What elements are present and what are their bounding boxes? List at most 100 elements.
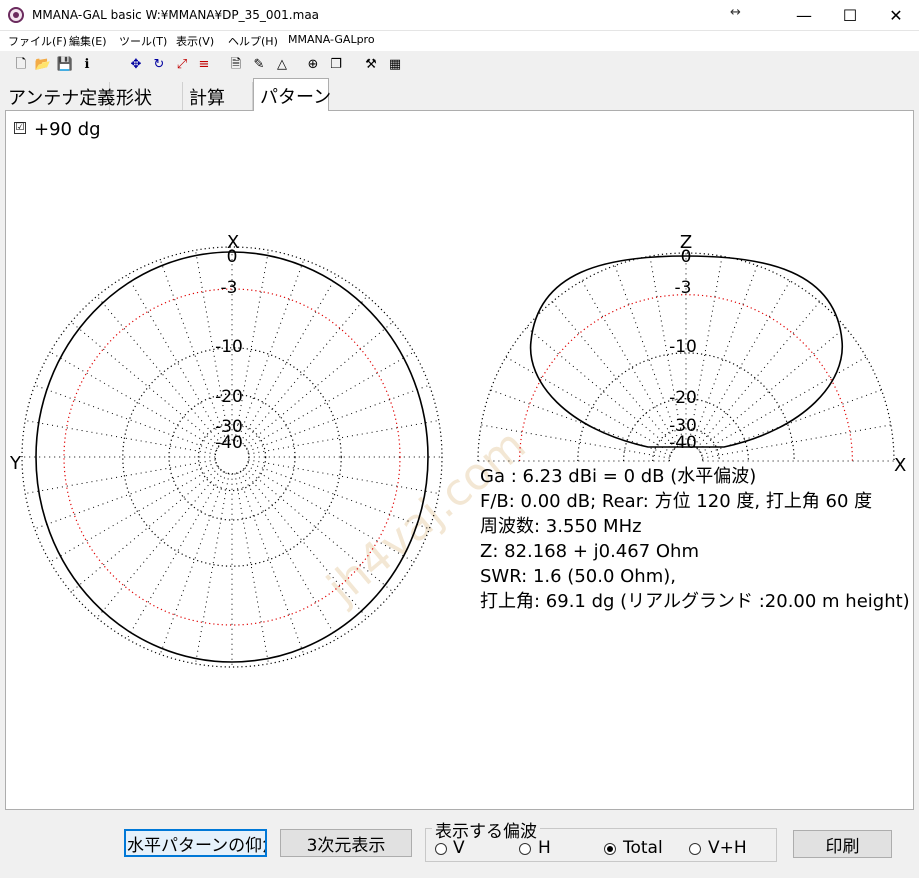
triangle-icon[interactable]: △ — [273, 55, 291, 73]
h-grid-spoke — [126, 274, 225, 443]
menu-edit[interactable]: 編集(E) — [69, 33, 107, 49]
three-d-view-button[interactable]: 3次元表示 — [280, 829, 412, 857]
h-ring-label-10: -10 — [215, 337, 243, 357]
h-grid-spoke — [242, 295, 368, 445]
radio-h[interactable] — [519, 843, 531, 855]
open-folder-icon[interactable]: 📂 — [34, 55, 52, 73]
v-ring-label-0: 0 — [681, 247, 692, 267]
print-button[interactable]: 印刷 — [793, 830, 892, 858]
v-ring-label-40: -40 — [669, 433, 697, 453]
menu-mmana-galpro[interactable]: MMANA-GALpro — [288, 33, 375, 46]
menu-help[interactable]: ヘルプ(H) — [228, 33, 278, 49]
h-grid-spoke — [49, 464, 218, 563]
radio-total-label: Total — [623, 838, 663, 858]
h-grid-spoke — [96, 469, 222, 619]
v-grid-spoke — [696, 301, 821, 449]
vertical-plot-labels: Z X 0 -3 -10 -20 -30 -40 — [669, 232, 906, 476]
info-icon[interactable]: ℹ — [78, 55, 96, 73]
h-grid-spoke — [244, 467, 394, 593]
v-grid-spoke — [581, 280, 679, 447]
info-elevation: 打上角: 69.1 dg (リアルグランド :20.00 m height) — [480, 591, 910, 612]
h-grid-spoke — [239, 274, 338, 443]
wire-list-icon[interactable]: ≡ — [195, 55, 213, 73]
save-icon[interactable]: 💾 — [56, 55, 74, 73]
h-grid-spoke — [25, 420, 216, 455]
h-grid-spoke — [234, 473, 269, 664]
close-button[interactable]: ✕ — [873, 0, 919, 31]
h-axis-left-label: Y — [9, 453, 22, 474]
h-grid-spoke — [34, 462, 217, 530]
bottom-controls: 水平パターンの仰角 3次元表示 表示する偏波 V H Total V+H 印刷 — [0, 810, 919, 878]
v-grid-spoke — [702, 424, 891, 459]
radio-v-plus-h[interactable] — [689, 843, 701, 855]
rotate-icon[interactable]: ↻ — [150, 55, 168, 73]
v-ring-label-20: -20 — [669, 388, 697, 408]
radio-total[interactable] — [604, 843, 616, 855]
h-grid-spoke — [246, 464, 415, 563]
h-grid-ring — [122, 347, 342, 567]
menu-bar: ファイル(F) 編集(E) ツール(T) 表示(V) ヘルプ(H) MMANA-… — [0, 31, 919, 51]
h-grid-spoke — [248, 459, 439, 494]
horizontal-pattern-plot — [21, 246, 443, 668]
h-grid-spoke — [239, 471, 338, 640]
h-grid-spoke — [244, 321, 394, 447]
tab-strip: アンテナ定義 形状 計算 パターン — [0, 78, 919, 111]
radio-v[interactable] — [435, 843, 447, 855]
radio-v-label: V — [453, 838, 465, 858]
title-bar: MMANA-GAL basic W:¥MMANA¥DP_35_001.maa ↔… — [0, 0, 919, 31]
resize-icon: ↔ — [730, 5, 741, 20]
horizontal-elevation-button[interactable]: 水平パターンの仰角 — [124, 829, 267, 857]
menu-tools[interactable]: ツール(T) — [119, 33, 167, 49]
pattern-plots: X Y 0 -3 -10 -20 -30 -40 Z X 0 -3 -10 -2… — [9, 232, 906, 668]
info-gain: Ga : 6.23 dBi = 0 dB (水平偏波) — [480, 466, 757, 487]
maximize-button[interactable]: ☐ — [827, 0, 873, 31]
menu-view[interactable]: 表示(V) — [176, 33, 214, 49]
h-grid-spoke — [247, 384, 430, 452]
scale-icon[interactable]: ⤢ — [173, 55, 191, 73]
target-icon[interactable]: ⊕ — [304, 55, 322, 73]
v-grid-spoke — [481, 424, 670, 459]
v-ring-label-10: -10 — [669, 337, 697, 357]
window-title: MMANA-GAL basic W:¥MMANA¥DP_35_001.maa — [32, 8, 320, 22]
new-file-icon[interactable]: 🗋 — [12, 55, 30, 73]
radio-h-label: H — [538, 838, 551, 858]
h-ring-label-20: -20 — [215, 387, 243, 407]
h-grid-spoke — [246, 351, 415, 450]
radio-v-plus-h-label: V+H — [708, 838, 747, 858]
edit-icon[interactable]: ✎ — [250, 55, 268, 73]
tools-icon[interactable]: ⚒ — [362, 55, 380, 73]
copy-icon[interactable]: ❐ — [327, 55, 345, 73]
tab-calculate[interactable]: 計算 — [183, 82, 253, 110]
h-grid-spoke — [70, 467, 220, 593]
menu-file[interactable]: ファイル(F) — [8, 33, 67, 49]
app-icon — [8, 7, 24, 23]
v-ring-label-3: -3 — [675, 278, 692, 298]
tab-pattern[interactable]: パターン — [253, 78, 331, 111]
h-grid-spoke — [34, 384, 217, 452]
h-grid-ring — [168, 393, 296, 521]
calculator-icon[interactable]: ▦ — [386, 55, 404, 73]
info-front-back: F/B: 0.00 dB; Rear: 方位 120 度, 打上角 60 度 — [480, 491, 873, 512]
minimize-button[interactable]: — — [781, 0, 827, 31]
h-ring-label-0: 0 — [227, 247, 238, 267]
h-grid-spoke — [70, 321, 220, 447]
h-grid-spoke — [159, 472, 227, 655]
h-grid-spoke — [237, 472, 305, 655]
v-grid-spoke — [693, 280, 791, 447]
polarization-group: 表示する偏波 V H Total V+H — [425, 817, 777, 862]
h-ring-label-40: -40 — [215, 433, 243, 453]
h-ring-label-3: -3 — [221, 278, 238, 298]
info-frequency: 周波数: 3.550 MHz — [480, 516, 642, 537]
h-grid-spoke — [25, 459, 216, 494]
polarization-group-label: 表示する偏波 — [432, 817, 540, 842]
move-icon[interactable]: ✥ — [127, 55, 145, 73]
result-info: Ga : 6.23 dBi = 0 dB (水平偏波) F/B: 0.00 dB… — [480, 464, 910, 614]
h-grid-spoke — [237, 259, 305, 442]
h-grid-spoke — [242, 469, 368, 619]
document-icon[interactable]: 🗎 — [227, 55, 245, 73]
h-grid-spoke — [126, 471, 225, 640]
tab-geometry[interactable]: 形状 — [110, 82, 183, 110]
tab-antenna-definition[interactable]: アンテナ定義 — [2, 82, 115, 110]
h-grid-spoke — [49, 351, 218, 450]
v-grid-spoke — [505, 356, 672, 454]
